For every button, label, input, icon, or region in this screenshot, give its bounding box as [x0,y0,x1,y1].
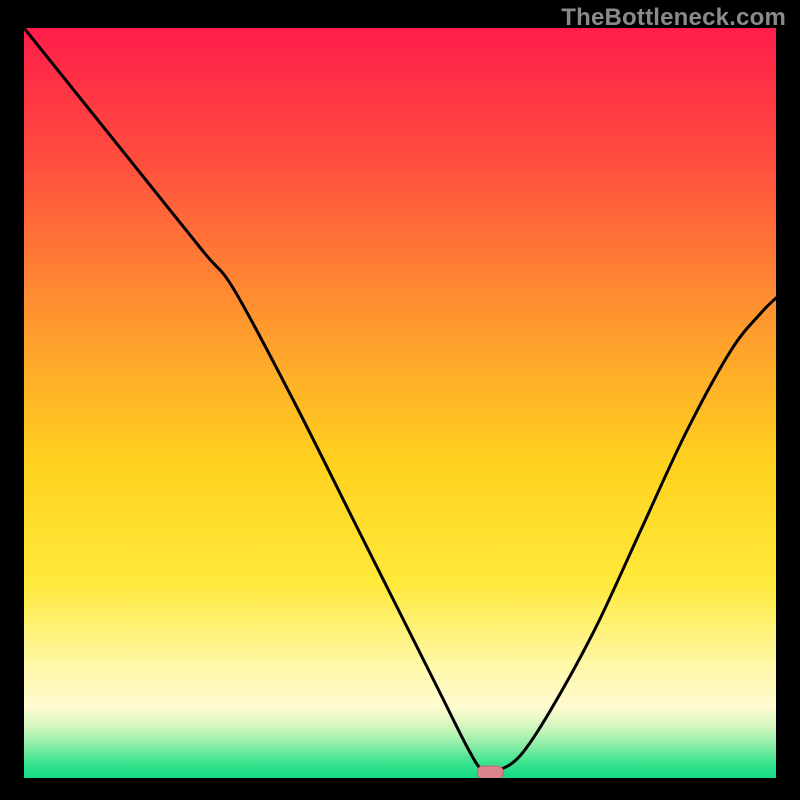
bottleneck-chart [24,28,776,778]
gradient-background [24,28,776,778]
chart-container: TheBottleneck.com [0,0,800,800]
optimal-marker [477,766,503,778]
